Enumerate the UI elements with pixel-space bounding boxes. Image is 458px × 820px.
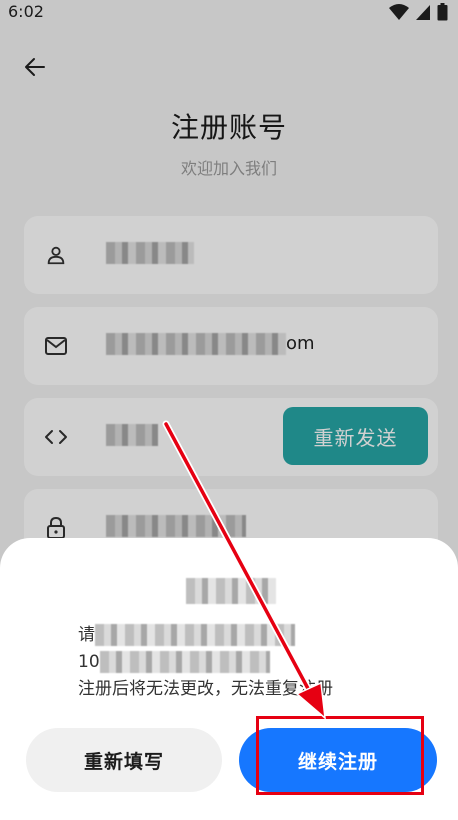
refill-button[interactable]: 重新填写 [26,728,222,792]
redacted-email-in-message [99,651,270,673]
dialog-message: 请 10 注册后将无法更改，无法重复注册 [78,622,408,703]
annotation-highlight-box [256,716,424,795]
dialog-msg-prefix: 请 [78,625,95,645]
redacted-message [95,624,295,646]
dialog-line-1: 请 [78,622,408,649]
dialog-line-2: 10 [78,649,408,676]
dialog-msg-line2-prefix: 10 [78,652,100,672]
redacted-dialog-title [186,578,276,604]
dialog-warning: 注册后将无法更改，无法重复注册 [78,679,333,699]
